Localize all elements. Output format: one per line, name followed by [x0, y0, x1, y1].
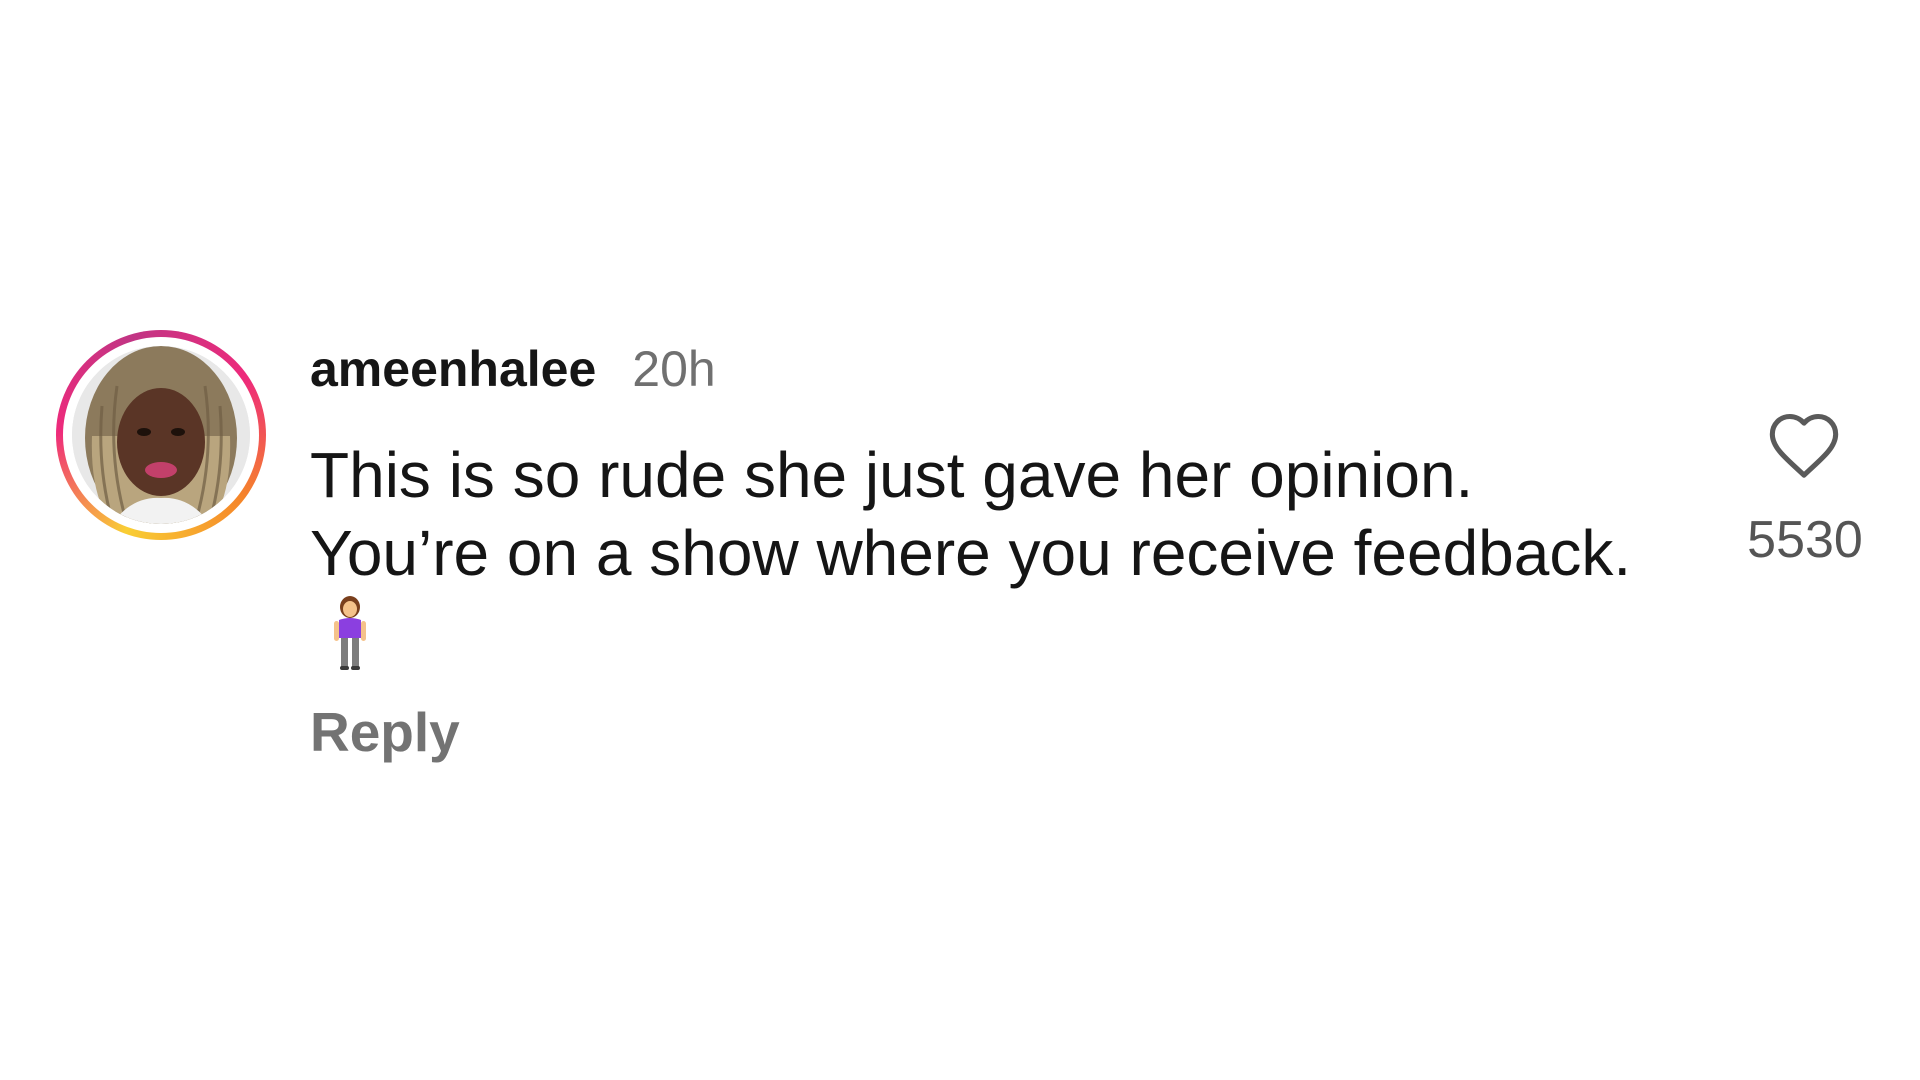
comment-text: This is so rude she just gave her opinio…	[310, 436, 1710, 592]
heart-outline-icon[interactable]	[1766, 410, 1842, 480]
comment-text-line: You’re on a show where you receive feedb…	[310, 517, 1632, 589]
avatar[interactable]	[72, 346, 250, 524]
like-count: 5530	[1747, 511, 1863, 569]
comment-header: ameenhalee 20h	[310, 340, 716, 404]
avatar-photo	[72, 346, 250, 524]
comment-text-line: This is so rude she just gave her opinio…	[310, 439, 1474, 511]
woman-standing-emoji-icon	[330, 596, 370, 670]
story-ring[interactable]	[56, 330, 266, 540]
comment-timestamp: 20h	[632, 341, 716, 397]
comment-item: ameenhalee 20h This is so rude she just …	[0, 0, 1920, 1080]
username-link[interactable]: ameenhalee	[310, 340, 596, 398]
reply-button[interactable]: Reply	[310, 700, 460, 764]
